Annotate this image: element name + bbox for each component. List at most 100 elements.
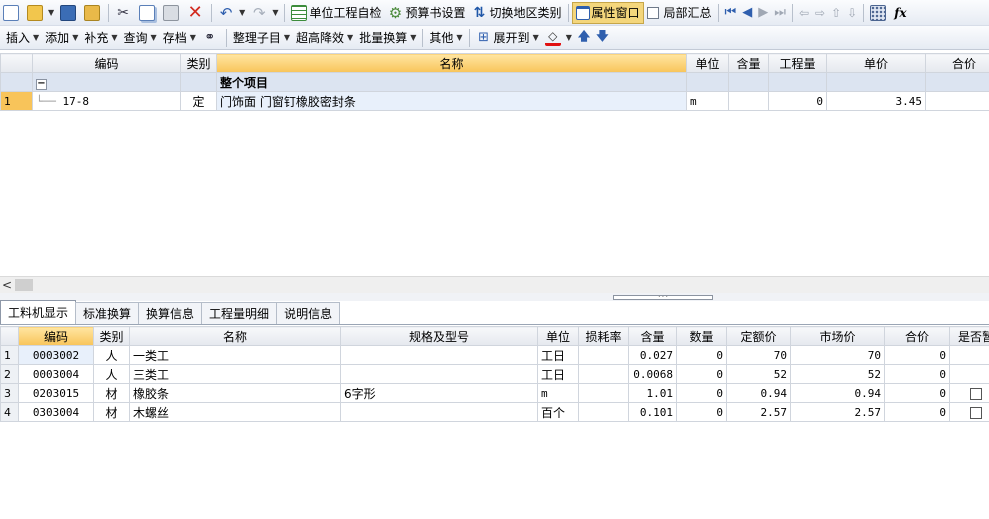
horizontal-scrollbar[interactable]: < — [0, 276, 989, 293]
add-menu[interactable]: 添加 ▼ — [42, 27, 81, 49]
tab-conversion-info[interactable]: 换算信息 — [138, 302, 203, 324]
content-cell[interactable]: 1.01 — [628, 383, 677, 403]
col-header-type[interactable]: 类别 — [93, 326, 130, 346]
col-header-spec[interactable]: 规格及型号 — [340, 326, 538, 346]
budget-settings-button[interactable]: ⚙ 预算书设置 — [384, 2, 468, 24]
pane-splitter[interactable]: · · · — [0, 293, 989, 301]
last-button[interactable]: ⏭ — [771, 2, 789, 24]
qty-cell[interactable]: 0 — [676, 402, 727, 422]
batch-convert-menu[interactable]: 批量换算 ▼ — [356, 27, 419, 49]
move-row-up-button[interactable]: 🡅 — [575, 27, 593, 49]
cut-button[interactable]: ✂ — [112, 2, 136, 24]
loss-cell[interactable] — [578, 402, 629, 422]
group-name[interactable]: 整个项目 — [216, 72, 687, 92]
content-cell[interactable]: 0.027 — [628, 345, 677, 365]
type-cell[interactable]: 定 — [180, 91, 217, 111]
save-button[interactable] — [57, 2, 81, 24]
spec-cell[interactable] — [340, 402, 538, 422]
group-row[interactable]: − 整个项目 — [0, 72, 989, 92]
table-row[interactable]: 4 0303004 材 木螺丝 百个 0.101 0 2.57 2.57 0 — [0, 402, 989, 422]
tab-quantity-detail[interactable]: 工程量明细 — [201, 302, 278, 324]
content-cell[interactable]: 0.101 — [628, 402, 677, 422]
collapse-icon[interactable]: − — [36, 78, 47, 90]
code-cell[interactable]: 0003004 — [18, 364, 94, 384]
paste-button[interactable] — [160, 2, 184, 24]
provisional-checkbox[interactable] — [970, 406, 982, 419]
move-row-down-button[interactable]: 🡇 — [593, 27, 611, 49]
loss-cell[interactable] — [578, 364, 629, 384]
code-cell[interactable]: └── 17-8 — [32, 91, 181, 111]
unit-cell[interactable]: 工日 — [537, 345, 579, 365]
first-button[interactable]: ⏮ — [722, 2, 740, 24]
property-window-button[interactable]: 属性窗口 — [571, 1, 644, 24]
row-num[interactable]: 4 — [0, 402, 19, 422]
quantity-cell[interactable]: 0 — [768, 91, 827, 111]
col-header-type[interactable]: 类别 — [180, 53, 217, 73]
col-header-total[interactable]: 合价 — [884, 326, 950, 346]
type-cell[interactable]: 人 — [93, 364, 130, 384]
partial-summary-toggle[interactable]: 局部汇总 — [644, 2, 715, 24]
tab-description[interactable]: 说明信息 — [276, 302, 341, 324]
quota-price-cell[interactable]: 52 — [726, 364, 791, 384]
switch-region-button[interactable]: ⇅ 切换地区类别 — [469, 2, 565, 24]
next-button[interactable]: ▶ — [755, 2, 771, 24]
provisional-cell[interactable] — [949, 364, 989, 384]
unit-cell[interactable]: m — [686, 91, 729, 111]
content-cell[interactable]: 0.0068 — [628, 364, 677, 384]
quota-price-cell[interactable]: 2.57 — [726, 402, 791, 422]
market-price-cell[interactable]: 2.57 — [790, 402, 885, 422]
redo-button[interactable]: ↷ ▼ — [248, 2, 281, 24]
qty-cell[interactable]: 0 — [676, 383, 727, 403]
spec-cell[interactable]: 6字形 — [340, 383, 538, 403]
splitter-grip[interactable]: · · · — [613, 295, 713, 301]
move-right-button[interactable]: ⇨ — [812, 2, 828, 24]
col-header-price[interactable]: 单价 — [826, 53, 926, 73]
delete-button[interactable]: ✕ — [184, 2, 208, 24]
loss-cell[interactable] — [578, 383, 629, 403]
save-all-button[interactable] — [81, 2, 105, 24]
total-cell[interactable]: 0 — [884, 383, 950, 403]
market-price-cell[interactable]: 52 — [790, 364, 885, 384]
total-cell[interactable] — [925, 91, 989, 111]
row-num[interactable]: 1 — [0, 345, 19, 365]
move-up-button[interactable]: ⇧ — [828, 2, 844, 24]
self-check-button[interactable]: 单位工程自检 — [288, 2, 384, 24]
archive-menu[interactable]: 存档 ▼ — [160, 27, 199, 49]
organize-children-menu[interactable]: 整理子目 ▼ — [230, 27, 293, 49]
undo-button[interactable]: ↶ ▼ — [215, 2, 248, 24]
expand-to-menu[interactable]: ⊞ 展开到 ▼ — [473, 27, 542, 49]
unit-cell[interactable]: m — [537, 383, 579, 403]
table-row[interactable]: 1 └── 17-8 定 门饰面 门窗钉橡胶密封条 m 0 3.45 — [0, 91, 989, 111]
new-doc-button[interactable] — [0, 2, 24, 24]
col-header-quantity[interactable]: 工程量 — [768, 53, 827, 73]
insert-menu[interactable]: 插入 ▼ — [0, 27, 42, 49]
tab-labor-material[interactable]: 工料机显示 — [0, 300, 77, 324]
name-cell[interactable]: 橡胶条 — [129, 383, 341, 403]
col-header-market-price[interactable]: 市场价 — [790, 326, 885, 346]
content-cell[interactable] — [728, 91, 769, 111]
total-cell[interactable]: 0 — [884, 402, 950, 422]
quota-price-cell[interactable]: 70 — [726, 345, 791, 365]
unit-cell[interactable]: 百个 — [537, 402, 579, 422]
code-cell[interactable]: 0003002 — [18, 345, 94, 365]
loss-cell[interactable] — [578, 345, 629, 365]
table-row[interactable]: 2 0003004 人 三类工 工日 0.0068 0 52 52 0 — [0, 364, 989, 384]
name-cell[interactable]: 木螺丝 — [129, 402, 341, 422]
row-num[interactable]: 3 — [0, 383, 19, 403]
market-price-cell[interactable]: 70 — [790, 345, 885, 365]
col-header-content[interactable]: 含量 — [628, 326, 677, 346]
prev-button[interactable]: ◀ — [739, 2, 755, 24]
quota-price-cell[interactable]: 0.94 — [726, 383, 791, 403]
move-left-button[interactable]: ⇦ — [796, 2, 812, 24]
col-header-qty[interactable]: 数量 — [676, 326, 727, 346]
formula-button[interactable]: fx — [891, 2, 909, 24]
col-header-code[interactable]: 编码 — [32, 53, 181, 73]
name-cell[interactable]: 一类工 — [129, 345, 341, 365]
partial-summary-checkbox[interactable] — [646, 6, 659, 19]
fill-color-button[interactable]: ◇ ▼ — [542, 27, 575, 49]
col-header-content[interactable]: 含量 — [728, 53, 769, 73]
open-button[interactable]: ▼ — [24, 2, 57, 24]
provisional-cell[interactable] — [949, 383, 989, 403]
code-cell[interactable]: 0303004 — [18, 402, 94, 422]
scroll-left-icon[interactable]: < — [2, 278, 12, 292]
